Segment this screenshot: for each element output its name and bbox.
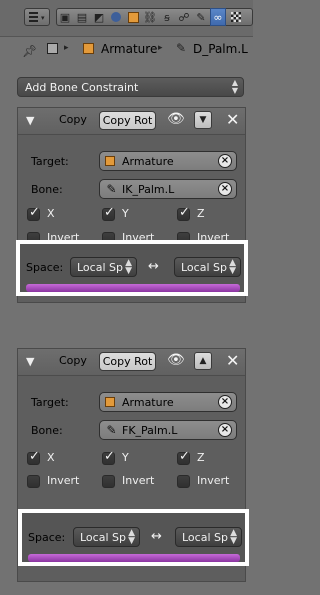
target-value: Armature [122,396,174,409]
bone-icon: ✎ [106,182,117,196]
collapse-triangle-icon[interactable]: ▼ [26,355,34,368]
use-z-checkbox[interactable] [177,449,190,465]
target-label: Target: [31,396,69,409]
chevron-right-icon: ▸ [158,43,163,53]
use-y-checkbox[interactable] [102,449,115,465]
scene-small-icon [47,43,59,55]
use-y-checkbox[interactable] [102,205,115,221]
space-row: Space: Local Sp ▲ ▼ ↔ Local Sp ▲ ▼ [20,244,244,292]
target-field[interactable]: Armature × [99,151,237,171]
add-constraint-label: Add Bone Constraint [25,81,139,94]
space-highlight-box: Space: Local Sp ▲ ▼ ↔ Local Sp ▲ ▼ [16,240,248,296]
render-icon[interactable]: ▣ [57,8,73,26]
close-icon[interactable]: ✕ [226,351,239,370]
owner-space-select[interactable]: Local Sp ▲ ▼ [73,527,140,547]
add-bone-constraint-dropdown[interactable]: Add Bone Constraint ▲ ▼ [17,77,244,97]
x-label: X [47,451,55,464]
bone-label: Bone: [31,424,63,437]
clear-x-icon[interactable]: × [218,182,232,196]
armature-object-icon [105,397,115,407]
bone-icon: ✎ [176,41,187,55]
pin-icon[interactable]: 📌︎ [22,44,37,58]
bone-label: Bone: [31,183,63,196]
breadcrumb-object[interactable]: Armature [101,42,157,56]
close-icon[interactable]: ✕ [226,110,239,129]
render-layers-icon[interactable]: ▤ [74,8,90,26]
target-space-select[interactable]: Local Sp ▲ ▼ [174,257,241,277]
scene-icon[interactable]: ◩ [91,8,107,26]
chevron-right-icon: ▸ [64,43,69,53]
bone-field[interactable]: ✎ IK_Palm.L × [99,179,237,199]
constraint-header: ▼ Copy Copy Rot 👁︎ ▼ ✕ [18,108,245,135]
editor-type-button[interactable]: ▾ [24,8,50,26]
space-label: Space: [28,531,66,544]
use-z-checkbox[interactable] [177,205,190,221]
space-row: Space: Local Sp ▲ ▼ ↔ Local Sp ▲ ▼ [22,513,245,562]
constraint-name-field[interactable]: Copy Rot [99,111,156,130]
y-label: Y [122,451,129,464]
breadcrumb-bone[interactable]: D_Palm.L [193,42,248,56]
clear-x-icon[interactable]: × [218,423,232,437]
constraint-name-field[interactable]: Copy Rot [99,352,156,371]
use-x-checkbox[interactable] [27,449,40,465]
swap-arrow-icon: ↔ [151,529,162,544]
armature-object-icon [105,156,115,166]
target-field[interactable]: Armature × [99,392,237,412]
breadcrumb: 📌︎ ▸ Armature ▸ ✎ D_Palm.L [0,40,253,62]
target-value: Armature [122,155,174,168]
invert-z-label: Invert [197,474,230,487]
bone-constraints-icon[interactable]: ∞ [210,8,226,26]
bone-icon: ✎ [106,423,117,437]
eye-icon[interactable]: 👁︎ [167,352,185,368]
constraint-header: ▼ Copy Copy Rot 👁︎ ▲ ✕ [18,349,245,376]
clear-x-icon[interactable]: × [218,395,232,409]
eye-icon[interactable]: 👁︎ [167,111,185,127]
properties-header: ▾ ▣ ▤ ◩ ⛓ ꞩ ☍ ✎ ∞ [0,0,253,37]
target-space-select[interactable]: Local Sp ▲ ▼ [175,527,242,547]
object-constraints-icon[interactable]: ⛓ [142,8,158,26]
space-highlight-box: Space: Local Sp ▲ ▼ ↔ Local Sp ▲ ▼ [18,509,249,566]
target-label: Target: [31,155,69,168]
invert-z-checkbox[interactable] [177,475,190,488]
y-label: Y [122,207,129,220]
texture-icon[interactable] [228,8,244,26]
modifiers-icon[interactable]: ꞩ [159,8,175,26]
invert-x-checkbox[interactable] [27,475,40,488]
influence-slider[interactable] [28,554,240,562]
object-icon[interactable] [125,8,141,26]
bone-field[interactable]: ✎ FK_Palm.L × [99,420,237,440]
invert-x-label: Invert [47,474,80,487]
x-label: X [47,207,55,220]
z-label: Z [197,207,205,220]
space-label: Space: [26,261,64,274]
invert-y-label: Invert [122,474,155,487]
move-up-button[interactable]: ▲ [194,352,212,370]
object-data-icon [83,43,94,54]
collapse-triangle-icon[interactable]: ▼ [26,114,34,127]
invert-y-checkbox[interactable] [102,475,115,488]
constraint-type-label: Copy [59,354,87,367]
move-down-button[interactable]: ▼ [194,111,212,129]
constraint-type-label: Copy [59,113,87,126]
bone-value: IK_Palm.L [122,183,175,196]
bone-value: FK_Palm.L [122,424,178,437]
z-label: Z [197,451,205,464]
owner-space-select[interactable]: Local Sp ▲ ▼ [70,257,137,277]
clear-x-icon[interactable]: × [218,154,232,168]
use-x-checkbox[interactable] [27,205,40,221]
updown-arrows-icon: ▲ ▼ [231,78,238,95]
influence-slider[interactable] [26,284,240,292]
world-icon[interactable] [108,8,124,26]
pose-icon[interactable]: ☍ [176,8,192,26]
swap-arrow-icon: ↔ [148,259,159,274]
bone-icon[interactable]: ✎ [193,8,209,26]
